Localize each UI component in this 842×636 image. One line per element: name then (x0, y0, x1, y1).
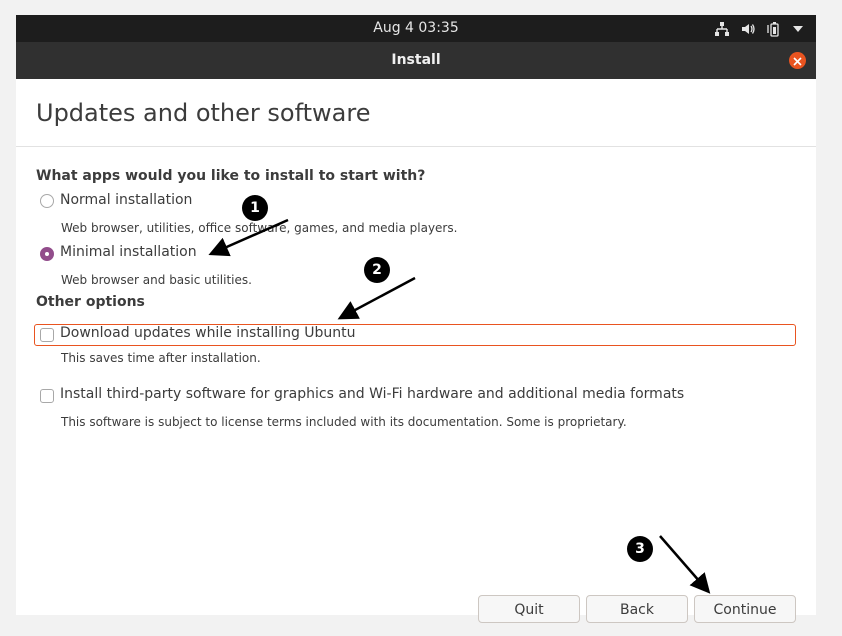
step-1-badge: 1 (242, 195, 268, 221)
arrow-step-3 (659, 535, 711, 594)
arrow-step-1 (208, 218, 289, 257)
annotation-arrows (208, 218, 711, 594)
arrow-step-2 (337, 276, 416, 320)
step-3-badge: 3 (627, 536, 653, 562)
step-2-badge: 2 (364, 257, 390, 283)
